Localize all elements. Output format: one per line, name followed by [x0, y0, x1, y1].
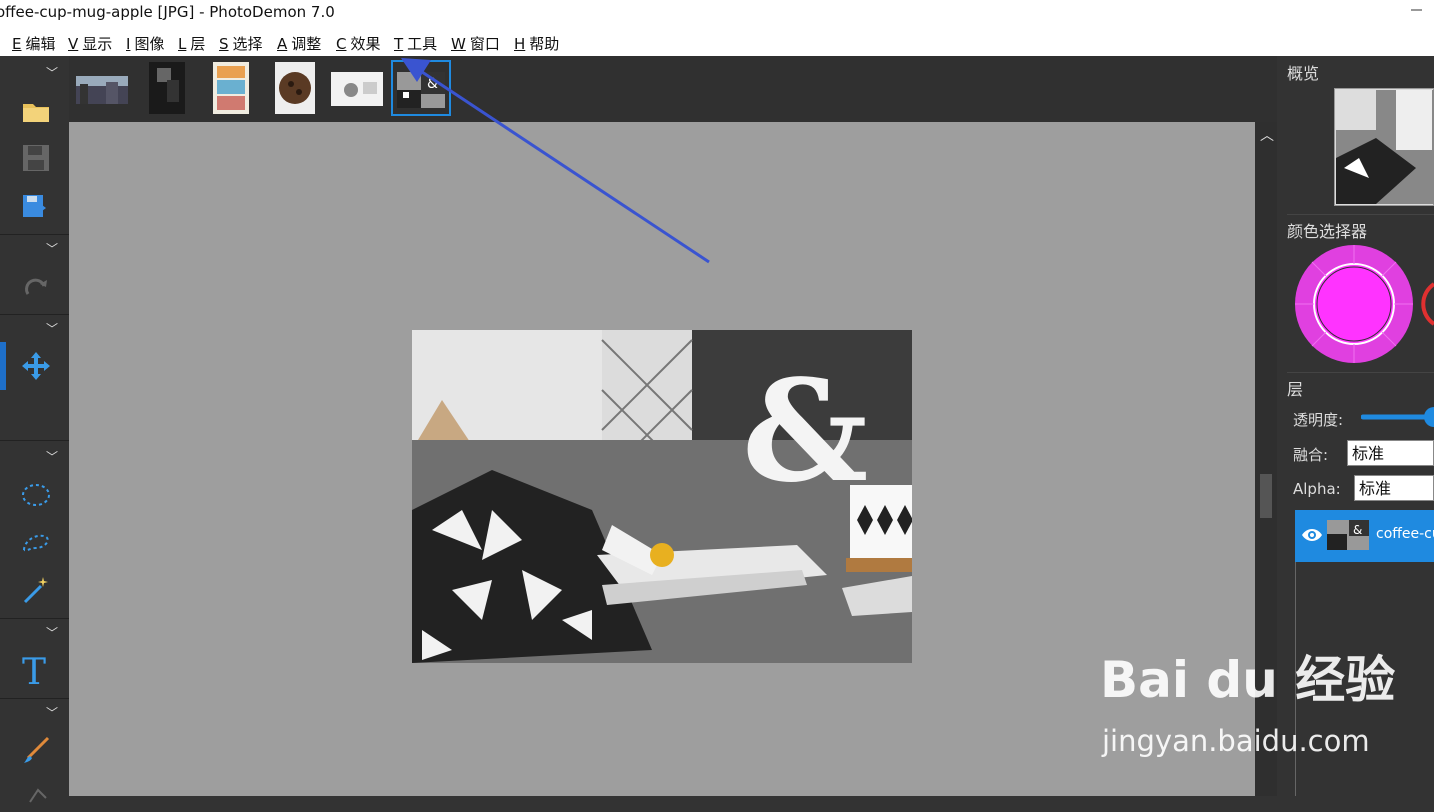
svg-text:&: & [1353, 523, 1362, 537]
overview-thumbnail[interactable] [1334, 88, 1434, 206]
svg-text:&: & [742, 350, 868, 514]
svg-text:T: T [22, 653, 46, 687]
lasso-select-icon[interactable] [18, 524, 54, 560]
thumbnail-coffee-white[interactable] [331, 62, 383, 114]
text-tool-icon[interactable]: T [18, 652, 54, 688]
chevron-down-icon[interactable]: ﹀ [46, 704, 60, 720]
menu-window[interactable]: W 窗口 [451, 33, 500, 54]
opacity-label: 透明度: [1293, 411, 1344, 429]
thumbnail-money[interactable] [213, 62, 249, 114]
thumbnail-coffee-beans[interactable] [275, 62, 315, 114]
image-canvas[interactable]: & [69, 58, 1255, 796]
ellipse-select-icon[interactable] [18, 476, 54, 512]
blend-label: 融合: [1293, 446, 1329, 464]
watermark-url: jingyan.baidu.com [1102, 724, 1370, 758]
annotation-arrow [401, 58, 710, 264]
open-folder-icon[interactable] [18, 92, 54, 128]
color-picker-title: 颜色选择器 [1287, 222, 1368, 241]
menu-layer[interactable]: L层 [178, 33, 205, 54]
menu-help[interactable]: H 帮助 [514, 33, 559, 54]
watermark-brand: Bai du 经验 [1100, 651, 1396, 709]
layers-title: 层 [1287, 380, 1304, 399]
fill-tool-icon[interactable] [18, 776, 54, 812]
menu-view[interactable]: V 显示 [68, 33, 112, 54]
opacity-slider[interactable] [1361, 406, 1434, 430]
menu-select[interactable]: S 选择 [219, 33, 263, 54]
menu-effects[interactable]: C 效果 [336, 33, 381, 54]
chevron-up-icon[interactable]: ︿ [1260, 125, 1274, 145]
chevron-down-icon[interactable]: ﹀ [46, 624, 60, 640]
blend-mode-select[interactable]: 标准 [1347, 440, 1434, 466]
chevron-down-icon[interactable]: ﹀ [46, 448, 60, 464]
window-controls[interactable] [1408, 0, 1434, 20]
active-tool-indicator [0, 342, 6, 390]
alpha-mode-select[interactable]: 标准 [1354, 475, 1434, 501]
save-as-icon[interactable] [18, 188, 54, 224]
layer-thumbnail: & [1327, 520, 1369, 550]
thumbnail-street[interactable] [76, 62, 128, 114]
title-bar: offee-cup-mug-apple [JPG] - PhotoDemon 7… [0, 0, 1434, 28]
layer-name: coffee-cu [1376, 526, 1434, 542]
window-title: offee-cup-mug-apple [JPG] - PhotoDemon 7… [0, 3, 335, 21]
menu-adjust[interactable]: A 调整 [277, 33, 321, 54]
minimize-icon[interactable] [1408, 0, 1434, 20]
chevron-down-icon[interactable]: ﹀ [46, 320, 60, 336]
move-icon[interactable] [18, 348, 54, 384]
paintbrush-icon[interactable] [18, 732, 54, 768]
menu-image[interactable]: I 图像 [126, 33, 164, 54]
save-icon[interactable] [18, 140, 54, 176]
menu-tools[interactable]: T 工具 [394, 33, 437, 54]
alpha-label: Alpha: [1293, 480, 1341, 498]
redo-icon[interactable] [18, 268, 54, 304]
scrollbar-thumb[interactable] [1260, 474, 1272, 518]
left-toolbar: ﹀ ﹀ ﹀ ﹀ ﹀ T ﹀ [0, 56, 69, 803]
main-image: & [412, 330, 912, 663]
color-wheel[interactable] [1295, 244, 1434, 366]
menu-edit[interactable]: E 编辑 [12, 33, 56, 54]
chevron-down-icon[interactable]: ﹀ [46, 240, 60, 256]
magic-wand-icon[interactable] [18, 572, 54, 608]
overview-title: 概览 [1287, 64, 1320, 83]
thumbnail-dark-portrait[interactable] [149, 62, 185, 114]
chevron-down-icon[interactable]: ﹀ [46, 64, 60, 80]
eye-icon[interactable] [1301, 527, 1323, 543]
layer-row[interactable]: & coffee-cu [1295, 510, 1434, 562]
